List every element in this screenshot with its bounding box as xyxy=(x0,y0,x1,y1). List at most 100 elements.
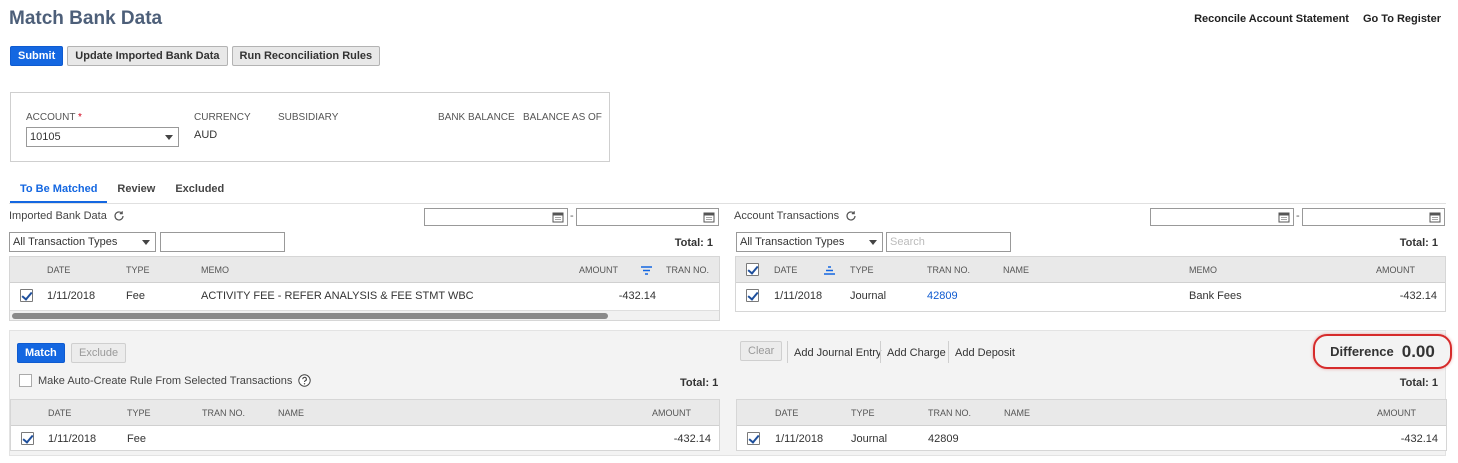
col-date[interactable]: DATE xyxy=(48,408,71,418)
col-name[interactable]: NAME xyxy=(1003,265,1029,275)
search-placeholder: Search xyxy=(890,236,925,248)
row-tran-no-link[interactable]: 42809 xyxy=(927,290,958,302)
auto-create-rule[interactable]: Make Auto-Create Rule From Selected Tran… xyxy=(19,374,312,387)
divider xyxy=(880,341,881,363)
auto-create-label: Make Auto-Create Rule From Selected Tran… xyxy=(38,374,293,387)
difference-value: 0.00 xyxy=(1401,341,1435,361)
page-title: Match Bank Data xyxy=(9,8,163,29)
row-memo: Bank Fees xyxy=(1189,290,1242,302)
refresh-icon[interactable] xyxy=(113,210,125,222)
match-button[interactable]: Match xyxy=(17,343,65,363)
clear-button[interactable]: Clear xyxy=(740,341,783,361)
account-type-filter-select[interactable]: All Transaction Types xyxy=(736,232,883,252)
tab-review[interactable]: Review xyxy=(107,183,165,204)
difference-indicator: Difference 0.00 xyxy=(1313,334,1452,369)
auto-create-checkbox[interactable] xyxy=(19,374,32,387)
table-row[interactable]: 1/11/2018 Journal 42809 Bank Fees -432.1… xyxy=(736,283,1445,309)
imported-search-input[interactable] xyxy=(160,232,285,252)
col-tran-no[interactable]: TRAN NO. xyxy=(202,408,245,418)
reconcile-account-statement-link[interactable]: Reconcile Account Statement xyxy=(1194,13,1349,25)
currency-label: CURRENCY xyxy=(194,112,251,123)
account-select[interactable]: 10105 xyxy=(26,127,179,147)
col-date[interactable]: DATE xyxy=(47,265,70,275)
col-type[interactable]: TYPE xyxy=(850,265,874,275)
col-tran-no[interactable]: TRAN NO. xyxy=(666,265,709,275)
imported-bank-data-title: Imported Bank Data xyxy=(9,210,107,222)
table-row[interactable]: 1/11/2018 Journal 42809 -432.14 xyxy=(737,426,1446,452)
scrollbar-thumb[interactable] xyxy=(12,313,608,319)
account-total: Total: 1 xyxy=(1399,237,1438,249)
row-checkbox[interactable] xyxy=(746,289,759,302)
col-amount[interactable]: AMOUNT xyxy=(652,408,691,418)
calendar-icon[interactable] xyxy=(1429,211,1441,223)
add-journal-entry-button[interactable]: Add Journal Entry xyxy=(794,347,881,359)
selected-bank-total: Total: 1 xyxy=(680,377,719,389)
tab-excluded[interactable]: Excluded xyxy=(165,183,234,204)
row-tran-no: 42809 xyxy=(928,433,959,445)
col-name[interactable]: NAME xyxy=(1004,408,1030,418)
row-checkbox[interactable] xyxy=(20,289,33,302)
calendar-icon[interactable] xyxy=(552,211,564,223)
account-value: 10105 xyxy=(30,131,61,143)
table-row[interactable]: 1/11/2018 Fee ACTIVITY FEE - REFER ANALY… xyxy=(10,283,719,309)
imported-type-filter-select[interactable]: All Transaction Types xyxy=(9,232,156,252)
required-mark: * xyxy=(78,112,82,123)
imported-date-from-input[interactable] xyxy=(424,208,568,226)
currency-value: AUD xyxy=(194,129,218,141)
sort-icon[interactable] xyxy=(641,266,652,275)
imported-total: Total: 1 xyxy=(674,237,713,249)
calendar-icon[interactable] xyxy=(703,211,715,223)
col-type[interactable]: TYPE xyxy=(851,408,875,418)
col-tran-no[interactable]: TRAN NO. xyxy=(928,408,971,418)
account-transactions-grid: DATE TYPE TRAN NO. NAME MEMO AMOUNT 1/11… xyxy=(735,256,1446,312)
row-amount: -432.14 xyxy=(673,433,711,445)
row-type: Fee xyxy=(127,433,146,445)
update-imported-bank-data-button[interactable]: Update Imported Bank Data xyxy=(67,46,228,66)
account-date-from-input[interactable] xyxy=(1150,208,1294,226)
row-checkbox[interactable] xyxy=(747,432,760,445)
submit-button[interactable]: Submit xyxy=(10,46,64,66)
col-amount[interactable]: AMOUNT xyxy=(1377,408,1416,418)
sort-icon[interactable] xyxy=(824,266,835,275)
col-type[interactable]: TYPE xyxy=(126,265,150,275)
match-panel: Match Exclude Make Auto-Create Rule From… xyxy=(9,330,1447,456)
row-date: 1/11/2018 xyxy=(47,290,96,302)
col-date[interactable]: DATE xyxy=(774,265,797,275)
tab-to-be-matched[interactable]: To Be Matched xyxy=(10,183,108,204)
subsidiary-label: SUBSIDIARY xyxy=(278,112,339,123)
top-links: Reconcile Account Statement Go To Regist… xyxy=(1194,13,1441,25)
col-memo[interactable]: MEMO xyxy=(1189,265,1217,275)
account-search-input[interactable]: Search xyxy=(886,232,1011,252)
run-reconciliation-rules-button[interactable]: Run Reconciliation Rules xyxy=(231,46,381,66)
bank-balance-label: BANK BALANCE xyxy=(438,112,515,123)
add-charge-button[interactable]: Add Charge xyxy=(887,347,946,359)
col-date[interactable]: DATE xyxy=(775,408,798,418)
imported-date-to-input[interactable] xyxy=(576,208,719,226)
col-memo[interactable]: MEMO xyxy=(201,265,229,275)
row-date: 1/11/2018 xyxy=(774,290,823,302)
refresh-icon[interactable] xyxy=(845,210,857,222)
tabs: To Be Matched Review Excluded xyxy=(10,183,234,204)
imported-date-separator: - xyxy=(570,210,574,222)
account-date-to-input[interactable] xyxy=(1302,208,1445,226)
divider xyxy=(948,341,949,363)
col-tran-no[interactable]: TRAN NO. xyxy=(927,265,970,275)
exclude-button[interactable]: Exclude xyxy=(71,343,127,363)
col-name[interactable]: NAME xyxy=(278,408,304,418)
account-label: ACCOUNT * xyxy=(26,112,82,123)
help-icon[interactable] xyxy=(298,374,312,387)
table-row[interactable]: 1/11/2018 Fee -432.14 xyxy=(11,426,719,452)
row-type: Journal xyxy=(851,433,888,445)
select-all-checkbox[interactable] xyxy=(746,263,759,276)
add-deposit-button[interactable]: Add Deposit xyxy=(955,347,1015,359)
calendar-icon[interactable] xyxy=(1278,211,1290,223)
col-amount[interactable]: AMOUNT xyxy=(579,265,618,275)
col-type[interactable]: TYPE xyxy=(127,408,151,418)
balance-as-of-label: BALANCE AS OF xyxy=(523,112,602,123)
row-date: 1/11/2018 xyxy=(775,433,824,445)
go-to-register-link[interactable]: Go To Register xyxy=(1363,13,1441,25)
horizontal-scrollbar[interactable] xyxy=(10,310,719,320)
account-transactions-title: Account Transactions xyxy=(734,210,840,222)
col-amount[interactable]: AMOUNT xyxy=(1376,265,1415,275)
row-checkbox[interactable] xyxy=(21,432,34,445)
